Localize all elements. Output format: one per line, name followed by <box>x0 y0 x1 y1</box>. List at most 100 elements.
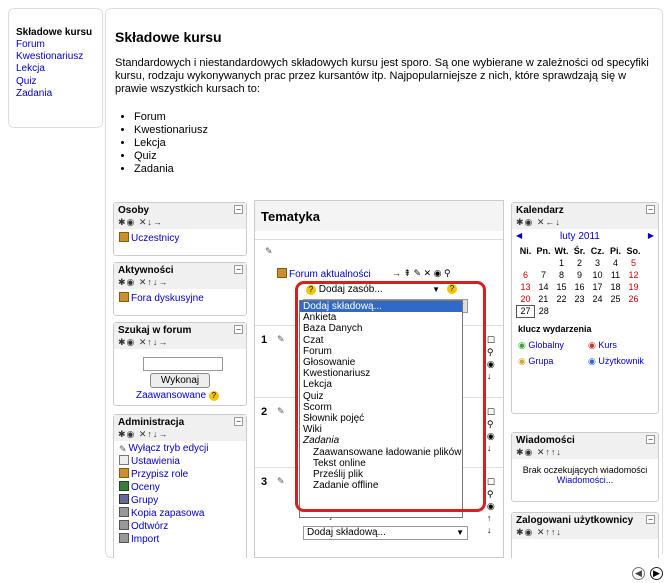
calendar-day[interactable]: 14 <box>535 281 553 293</box>
dropdown-option[interactable]: Forum <box>300 346 462 357</box>
toc-item-kwestionariusz[interactable]: Kwestionariusz <box>16 51 102 63</box>
calendar-day[interactable]: 19 <box>625 281 643 293</box>
dropdown-option[interactable]: Głosowanie <box>300 357 462 368</box>
dropdown-option[interactable]: Baza Danych <box>300 323 462 334</box>
toc-item-forum[interactable]: Forum <box>16 39 102 51</box>
calendar-day[interactable]: 27 <box>516 304 535 318</box>
calendar-day[interactable]: 8 <box>553 269 571 281</box>
dropdown-option[interactable]: Zaawansowane ładowanie plików <box>300 447 462 458</box>
block-controls[interactable]: ✱◉ ✕↓→ <box>118 217 242 228</box>
dropdown-option[interactable]: Lekcja <box>300 379 462 390</box>
help-icon[interactable]: ? <box>447 284 457 294</box>
block-controls[interactable]: ✱◉ ✕↑↓→ <box>118 429 242 440</box>
activity-controls[interactable]: → ⇞ ✎ ✕ ◉ ⚲ <box>392 268 451 279</box>
calendar-day[interactable]: 3 <box>589 257 607 269</box>
toc-item-lekcja[interactable]: Lekcja <box>16 63 102 75</box>
collapse-icon[interactable]: − <box>234 417 243 426</box>
dropdown-option[interactable]: Zadanie offline <box>300 480 462 491</box>
toc-item-zadania[interactable]: Zadania <box>16 88 102 100</box>
calendar-day[interactable]: 12 <box>625 269 643 281</box>
admin-item-roles[interactable]: Przypisz role <box>114 468 246 481</box>
calendar-day[interactable]: 26 <box>625 293 643 305</box>
dropdown-option[interactable]: Prześlij plik <box>300 469 462 480</box>
dropdown-option[interactable]: Dodaj składową... <box>300 301 462 313</box>
calendar-day[interactable]: 10 <box>589 269 607 281</box>
key-global[interactable]: ◉ Globalny <box>518 340 564 351</box>
calendar-day[interactable]: 9 <box>571 269 589 281</box>
calendar-day[interactable]: 7 <box>535 269 553 281</box>
calendar-day[interactable]: 23 <box>571 293 589 305</box>
collapse-icon[interactable]: − <box>646 435 655 444</box>
section-controls[interactable]: ☐ ⚲ ◉ ↓ <box>487 334 495 382</box>
next-month-icon[interactable]: ▶ <box>648 231 654 240</box>
admin-item-grades[interactable]: Oceny <box>114 481 246 494</box>
calendar-day[interactable]: 16 <box>571 281 589 293</box>
toc-item-quiz[interactable]: Quiz <box>16 76 102 88</box>
advanced-search-link[interactable]: Zaawansowane ? <box>136 390 219 401</box>
add-activity-dropdown[interactable]: Dodaj składową... Ankieta Baza Danych Czat F… <box>299 300 463 518</box>
calendar-day[interactable]: 18 <box>607 281 625 293</box>
dropdown-option[interactable]: Słownik pojęć <box>300 413 462 424</box>
calendar-day[interactable]: 20 <box>517 293 535 305</box>
block-controls[interactable]: ✱◉ ✕↑↓→ <box>118 337 242 348</box>
admin-item-groups[interactable]: Grupy <box>114 494 246 507</box>
fora-link[interactable]: Fora dyskusyjne <box>114 292 246 305</box>
calendar-day[interactable]: 17 <box>589 281 607 293</box>
calendar-day[interactable]: 22 <box>553 293 571 305</box>
uczestnicy-link[interactable]: Uczestnicy <box>114 232 246 245</box>
collapse-icon[interactable]: − <box>646 205 655 214</box>
collapse-icon[interactable]: − <box>234 265 243 274</box>
messages-link[interactable]: Wiadomości... <box>512 475 658 485</box>
calendar-day[interactable]: 2 <box>571 257 589 269</box>
search-input[interactable] <box>143 357 223 371</box>
pencil-icon[interactable]: ✎ <box>265 246 273 257</box>
pencil-icon[interactable]: ✎ <box>277 476 285 487</box>
calendar-day[interactable]: 5 <box>625 257 643 269</box>
prev-page-icon[interactable]: ◀ <box>632 567 645 580</box>
dropdown-option[interactable]: Quiz <box>300 391 462 402</box>
admin-item-restore[interactable]: Odtwórz <box>114 520 246 533</box>
dropdown-option[interactable]: Czat <box>300 335 462 346</box>
calendar-day[interactable]: 13 <box>517 281 535 293</box>
calendar-day[interactable]: 1 <box>553 257 571 269</box>
calendar-day[interactable]: 28 <box>535 305 553 317</box>
wykonaj-button[interactable]: Wykonaj <box>150 373 210 388</box>
section-controls[interactable]: ☐ ⚲ ◉ ↓ <box>487 406 495 454</box>
dropdown-option[interactable]: Zadania <box>300 435 462 446</box>
admin-item-settings[interactable]: Ustawienia <box>114 455 246 468</box>
dropdown-option[interactable]: Tekst online <box>300 458 462 469</box>
block-controls[interactable]: ✱◉ ✕↑↓→ <box>118 277 242 288</box>
key-group[interactable]: ◉ Grupa <box>518 356 553 367</box>
key-user[interactable]: ◉ Użytkownik <box>588 356 644 367</box>
admin-item-import[interactable]: Import <box>114 533 246 546</box>
admin-item-backup[interactable]: Kopia zapasowa <box>114 507 246 520</box>
add-activity-select-section3[interactable]: Dodaj składową... ▼ <box>303 526 468 540</box>
calendar-day[interactable]: 6 <box>517 269 535 281</box>
next-page-icon[interactable]: ▶ <box>650 567 663 580</box>
calendar-day[interactable]: 11 <box>607 269 625 281</box>
help-icon[interactable]: ? <box>208 391 219 401</box>
pencil-icon[interactable]: ✎ <box>277 406 285 417</box>
block-controls[interactable]: ✱◉ ✕↑↑↓ <box>516 447 654 458</box>
dropdown-option[interactable]: Kwestionariusz <box>300 368 462 379</box>
forum-news-link[interactable]: Forum aktualności <box>277 268 371 280</box>
calendar-day[interactable]: 24 <box>589 293 607 305</box>
admin-item-edit-mode[interactable]: ✎ Wyłącz tryb edycji <box>114 443 246 455</box>
section-controls[interactable]: ☐ ⚲ ◉ ↑ ↓ <box>487 476 495 536</box>
block-controls[interactable]: ✱◉ ✕↑↑↓ <box>516 527 654 538</box>
dropdown-option[interactable]: Scorm <box>300 402 462 413</box>
month-title[interactable]: luty 2011 <box>560 231 600 242</box>
block-controls[interactable]: ✱◉ ✕←↓ <box>516 217 654 228</box>
collapse-icon[interactable]: − <box>646 515 655 524</box>
dropdown-option[interactable]: Wiki <box>300 424 462 435</box>
collapse-icon[interactable]: − <box>234 205 243 214</box>
help-icon[interactable]: ? <box>306 285 316 295</box>
pencil-icon[interactable]: ✎ <box>277 334 285 345</box>
add-resource-select[interactable]: ? Dodaj zasób... ▼ ? <box>303 284 458 298</box>
calendar-day[interactable]: 15 <box>553 281 571 293</box>
prev-month-icon[interactable]: ◀ <box>516 231 522 240</box>
dropdown-option[interactable]: Ankieta <box>300 312 462 323</box>
key-course[interactable]: ◉ Kurs <box>588 340 617 351</box>
collapse-icon[interactable]: − <box>234 325 243 334</box>
calendar-day[interactable]: 21 <box>535 293 553 305</box>
